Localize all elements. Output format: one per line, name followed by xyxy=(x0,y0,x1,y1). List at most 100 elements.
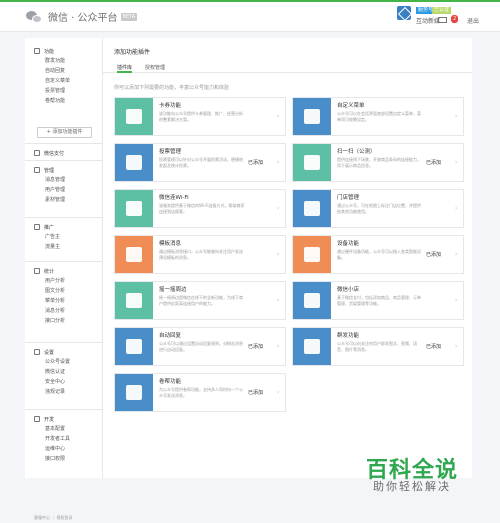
sidebar-item[interactable]: 自定义菜单 xyxy=(25,76,102,86)
chevron-right-icon[interactable]: › xyxy=(277,343,279,350)
plugin-card[interactable]: 自定义菜单 公众号可以在会话界面底部设置自定义菜单，菜单项可按需设定。 › xyxy=(292,97,464,136)
plugin-card[interactable]: 微信小店 基于微信支付，包括添加商品、商品管理、订单管理、货架管理等功能。 › xyxy=(292,281,464,320)
plugin-description: 投票管理可以针对公众号开展投票活动，便捷地发起及统计投票。 xyxy=(159,157,243,168)
plugin-name: 门店管理 xyxy=(337,195,360,201)
sidebar-item[interactable]: 群发功能 xyxy=(25,56,102,66)
sidebar-group-header[interactable]: 微信支付 xyxy=(25,148,102,158)
chevron-right-icon[interactable]: › xyxy=(277,389,279,396)
sidebar-item[interactable]: 素材管理 xyxy=(25,195,102,205)
chevron-right-icon[interactable]: › xyxy=(455,159,457,166)
plugin-description: 提供连接线下场景，开放商品条码的连接能力，用于展示商品信息。 xyxy=(337,157,421,168)
wifi-icon xyxy=(115,190,153,227)
plugin-card[interactable]: 摇一摇周边 摇一摇周边是微信在线下的全新功能，为线下商户提供近距离连接用户的能力。… xyxy=(114,281,286,320)
bar-chart-icon xyxy=(115,144,153,181)
plugin-card[interactable]: 设备功能 通过硬件设备功能，公众号可以接入各类智能设备。 已添加 › xyxy=(292,235,464,274)
sidebar-item[interactable]: 流量主 xyxy=(25,242,102,252)
plugin-name: 投票管理 xyxy=(159,149,182,155)
sidebar-item[interactable]: 运维中心 xyxy=(25,444,102,454)
sidebar-item[interactable]: 菜单分析 xyxy=(25,296,102,306)
sidebar-group: 功能 群发功能 自动回复 自定义菜单 投票管理 卷帮功能 xyxy=(25,46,102,106)
sidebar-item[interactable]: 公众号设置 xyxy=(25,357,102,367)
sidebar-item[interactable]: 用户管理 xyxy=(25,185,102,195)
logout-link[interactable]: 退出 xyxy=(467,16,479,25)
plugin-card[interactable]: 群发功能 公众号可以向关注的用户群发图文、视频、语音、图片等消息。 已添加 › xyxy=(292,327,464,366)
shake-icon xyxy=(115,282,153,319)
chart-icon xyxy=(34,268,40,274)
chevron-right-icon[interactable]: › xyxy=(455,113,457,120)
sidebar-item[interactable]: 违规记录 xyxy=(25,387,102,397)
plugin-card[interactable]: 投票管理投票管理可以针对公众号开展投票活动，便捷地发起及统计投票。 已添加 › xyxy=(114,143,286,182)
plugin-name: 群发功能 xyxy=(337,333,360,339)
sidebar-group-header[interactable]: 功能 xyxy=(25,46,102,56)
plugin-name: 自定义菜单 xyxy=(337,103,365,109)
plugin-card[interactable]: 卷帮功能 为公众号提供卷帮功能，支持多人同时向一个公众号发送消息。 已添加 › xyxy=(114,373,286,412)
chevron-right-icon[interactable]: › xyxy=(277,113,279,120)
icon-glyph xyxy=(126,155,142,170)
sidebar-group-header[interactable]: 管理 xyxy=(25,165,102,175)
plugin-status: 已添加 xyxy=(248,160,264,166)
plugin-card[interactable]: 扫一扫（公测） 提供连接线下场景，开放商品条码的连接能力，用于展示商品信息。 已添加… xyxy=(292,143,464,182)
icon-glyph xyxy=(126,201,142,216)
plugin-card[interactable]: 微信连Wi-Fi 该服务提供基于微信的Wi-Fi连接方式，帮助商家连接到店顾客。 › xyxy=(114,189,286,228)
sidebar-divider xyxy=(25,143,102,144)
chevron-right-icon[interactable]: › xyxy=(277,159,279,166)
plugin-name: 模板消息 xyxy=(159,241,182,247)
folder-icon xyxy=(293,144,331,181)
sidebar-item[interactable]: 基本配置 xyxy=(25,424,102,434)
icon-glyph xyxy=(126,385,142,400)
sidebar-item[interactable]: 消息管理 xyxy=(25,175,102,185)
sidebar-item[interactable]: 接口权限 xyxy=(25,454,102,464)
plugin-card[interactable]: 自动回复 公众号可以通过设置自动回复规则，对粉丝消息进行自动回复。 已添加 › xyxy=(114,327,286,366)
sidebar-item[interactable]: 用户分析 xyxy=(25,276,102,286)
icon-glyph xyxy=(126,293,142,308)
sidebar-group-header[interactable]: 推广 xyxy=(25,222,102,232)
sidebar-group-header[interactable]: 开发 xyxy=(25,414,102,424)
megaphone-icon xyxy=(34,224,40,230)
tab-plugin-library[interactable]: 插件库 xyxy=(117,64,133,73)
sidebar-item[interactable]: 自动回复 xyxy=(25,66,102,76)
chevron-right-icon[interactable]: › xyxy=(455,297,457,304)
plugin-card[interactable]: 卡券功能 该功能向公众号提供卡券管理、推广、经营分析的整套解决方案。 › xyxy=(114,97,286,136)
chevron-right-icon[interactable]: › xyxy=(455,205,457,212)
sidebar-item[interactable]: 微信认证 xyxy=(25,367,102,377)
sidebar-item[interactable]: 投票管理 xyxy=(25,86,102,96)
sidebar-item[interactable]: 卷帮功能 xyxy=(25,96,102,106)
add-plugin-button[interactable]: + 添加功能插件 xyxy=(37,127,92,138)
plugin-name: 卷帮功能 xyxy=(159,379,182,385)
sidebar-item[interactable]: 消息分析 xyxy=(25,306,102,316)
chevron-right-icon[interactable]: › xyxy=(277,297,279,304)
tab-authorization[interactable]: 授权管理 xyxy=(145,64,165,73)
user-icon xyxy=(115,374,153,411)
platform-logo[interactable]: 微信 · 公众平台 BETA xyxy=(26,9,138,24)
plugin-card[interactable]: 模板消息 通过模板消息接口，公众号能够向关注用户发送预设模板的消息。 › xyxy=(114,235,286,274)
sidebar-group: 设置 公众号设置 微信认证 安全中心 违规记录 xyxy=(25,347,102,397)
sidebar-item[interactable]: 图文分析 xyxy=(25,286,102,296)
sidebar-item[interactable]: 接口分析 xyxy=(25,316,102,326)
chevron-right-icon[interactable]: › xyxy=(277,205,279,212)
sidebar-group-title: 功能 xyxy=(44,48,55,55)
chevron-right-icon[interactable]: › xyxy=(455,343,457,350)
plugin-name: 自动回复 xyxy=(159,333,182,339)
sidebar-item[interactable]: 开发者工具 xyxy=(25,434,102,444)
sidebar-item[interactable]: 安全中心 xyxy=(25,377,102,387)
verified-tag: 已认证 xyxy=(432,7,452,14)
icon-glyph xyxy=(304,339,320,354)
sidebar-group-header[interactable]: 统计 xyxy=(25,266,102,276)
sidebar-group: 推广 广告主 流量主 xyxy=(25,222,102,252)
sidebar-group: 管理 消息管理 用户管理 素材管理 xyxy=(25,165,102,205)
account-avatar-icon[interactable] xyxy=(397,6,411,20)
account-name[interactable]: 互动新媒 xyxy=(416,16,440,25)
sidebar-divider xyxy=(25,261,102,262)
sidebar-divider xyxy=(25,217,102,218)
plugin-name: 设备功能 xyxy=(337,241,360,247)
mail-icon[interactable] xyxy=(438,17,447,23)
plugin-card[interactable]: 门店管理 通过公众号，可在地图上标注门店位置，并提供给其他功能使用。 › xyxy=(292,189,464,228)
footer-links[interactable]: 客服中心 ｜ 侵权投诉 xyxy=(34,515,73,521)
sidebar-group-header[interactable]: 设置 xyxy=(25,347,102,357)
plugin-description: 该功能向公众号提供卡券管理、推广、经营分析的整套解决方案。 xyxy=(159,111,243,122)
chevron-right-icon[interactable]: › xyxy=(277,251,279,258)
chevron-right-icon[interactable]: › xyxy=(455,251,457,258)
wechat-logo-icon xyxy=(26,10,44,23)
doc-icon xyxy=(115,236,153,273)
sidebar-item[interactable]: 广告主 xyxy=(25,232,102,242)
